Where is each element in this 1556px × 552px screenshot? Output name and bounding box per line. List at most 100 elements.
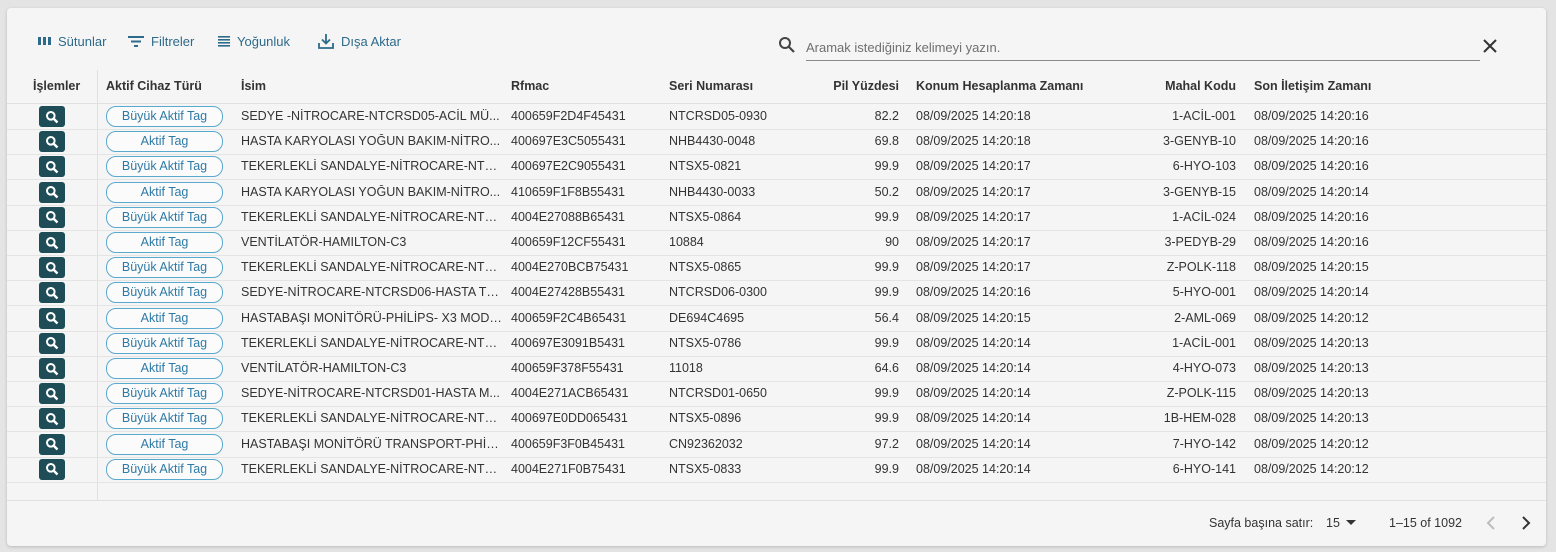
filter-icon: [128, 36, 144, 47]
view-details-button[interactable]: [39, 307, 65, 329]
view-details-button[interactable]: [39, 131, 65, 153]
header-location-time[interactable]: Konum Hesaplanma Zamanı: [916, 79, 1083, 93]
view-details-button[interactable]: [39, 106, 65, 127]
location-time-cell: 08/09/2025 14:20:17: [916, 184, 1031, 199]
serial-cell: NTSX5-0865: [669, 260, 742, 275]
rfmac-cell: 400697E2C9055431: [511, 159, 626, 174]
location-time-cell: 08/09/2025 14:20:17: [916, 159, 1031, 174]
serial-cell: NTCRSD05-0930: [669, 109, 767, 123]
header-area-code[interactable]: Mahal Kodu: [1136, 79, 1236, 93]
filters-button[interactable]: Filtreler: [127, 30, 194, 52]
table-row: Büyük Aktif Tag TEKERLEKLİ SANDALYE-NİTRO…: [7, 457, 1546, 483]
pagination-footer: Sayfa başına satır: 15 1–15 of 1092: [7, 501, 1546, 546]
export-label: Dışa Aktar: [341, 33, 401, 49]
search-icon: [46, 337, 59, 350]
location-time-cell: 08/09/2025 14:20:18: [916, 134, 1031, 149]
search-icon: [46, 261, 59, 275]
header-name[interactable]: İsim: [241, 79, 266, 93]
area-code-cell: 1-ACİL-001: [1172, 109, 1236, 123]
serial-cell: NTSX5-0821: [669, 159, 742, 174]
table-row: Büyük Aktif Tag SEDYE -NİTROCARE-NTCRSD05…: [7, 104, 1546, 130]
data-grid-card: Sütunlar Filtreler Yoğunluk Dışa Aktar A…: [7, 8, 1546, 546]
rfmac-cell: 400697E0DD065431: [511, 411, 628, 426]
rows-per-page-select[interactable]: 15: [1326, 516, 1356, 530]
view-details-button[interactable]: [39, 408, 65, 430]
header-actions[interactable]: İşlemler: [33, 79, 80, 93]
view-details-button[interactable]: [39, 458, 65, 480]
name-cell: TEKERLEKLİ SANDALYE-NİTROCARE-NTSX5: [241, 461, 503, 476]
table-row: Büyük Aktif Tag TEKERLEKLİ SANDALYE-NİTRO…: [7, 331, 1546, 357]
view-details-button[interactable]: [39, 358, 65, 379]
rfmac-cell: 400659F2D4F45431: [511, 109, 626, 123]
device-type-chip: Aktif Tag: [106, 232, 223, 253]
area-code-cell: Z-POLK-118: [1166, 260, 1236, 275]
view-details-button[interactable]: [39, 282, 65, 304]
area-code-cell: 3-GENYB-15: [1163, 184, 1236, 199]
columns-label: Sütunlar: [58, 33, 107, 49]
last-comm-cell: 08/09/2025 14:20:16: [1254, 235, 1369, 249]
header-battery[interactable]: Pil Yüzdesi: [798, 79, 899, 93]
export-button[interactable]: Dışa Aktar: [317, 30, 401, 52]
last-comm-cell: 08/09/2025 14:20:13: [1254, 335, 1369, 350]
view-details-button[interactable]: [39, 181, 65, 203]
header-serial[interactable]: Seri Numarası: [669, 79, 753, 93]
name-cell: TEKERLEKLİ SANDALYE-NİTROCARE-NTSX5: [241, 209, 503, 224]
search-icon: [46, 438, 59, 451]
view-details-button[interactable]: [39, 257, 65, 279]
device-type-chip: Aktif Tag: [106, 433, 223, 455]
serial-cell: 11018: [669, 361, 703, 375]
device-type-chip: Büyük Aktif Tag: [106, 282, 223, 304]
rfmac-cell: 410659F1F8B55431: [511, 184, 625, 199]
location-time-cell: 08/09/2025 14:20:14: [916, 335, 1031, 350]
view-details-button[interactable]: [39, 383, 65, 405]
view-details-button[interactable]: [39, 433, 65, 455]
rfmac-cell: 4004E27428B55431: [511, 285, 626, 300]
last-comm-cell: 08/09/2025 14:20:16: [1254, 109, 1369, 123]
last-comm-cell: 08/09/2025 14:20:14: [1254, 184, 1369, 199]
header-device-type[interactable]: Aktif Cihaz Türü: [106, 79, 202, 93]
rfmac-cell: 4004E270BCB75431: [511, 260, 629, 275]
last-comm-cell: 08/09/2025 14:20:16: [1254, 159, 1369, 174]
chevron-right-icon[interactable]: [1520, 515, 1532, 531]
location-time-cell: 08/09/2025 14:20:17: [916, 209, 1031, 224]
location-time-cell: 08/09/2025 14:20:17: [916, 260, 1031, 275]
view-details-button[interactable]: [39, 332, 65, 354]
close-icon[interactable]: [1483, 39, 1497, 53]
serial-cell: NTSX5-0896: [669, 411, 742, 426]
device-type-chip: Büyük Aktif Tag: [106, 332, 223, 354]
area-code-cell: 3-PEDYB-29: [1164, 235, 1236, 249]
rfmac-cell: 4004E27088B65431: [511, 209, 626, 224]
battery-cell: 50.2: [874, 184, 899, 199]
density-label: Yoğunluk: [237, 33, 291, 49]
view-details-button[interactable]: [39, 206, 65, 228]
battery-cell: 90: [885, 235, 899, 249]
rfmac-cell: 400697E3091B5431: [511, 335, 626, 350]
search-icon: [779, 37, 795, 53]
serial-cell: NTSX5-0864: [669, 209, 742, 224]
table-row: Büyük Aktif Tag TEKERLEKLİ SANDALYE-NİTRO…: [7, 406, 1546, 433]
header-last-comm[interactable]: Son İletişim Zamanı: [1254, 79, 1371, 93]
rfmac-cell: 4004E271F0B75431: [511, 461, 626, 476]
serial-cell: NHB4430-0048: [669, 134, 756, 149]
table-row: Aktif Tag HASTABAŞI MONİTÖRÜ TRANSPORT-PH…: [7, 432, 1546, 458]
density-icon: [218, 36, 230, 47]
search-input[interactable]: [806, 35, 1480, 61]
search-icon: [46, 412, 59, 426]
chevron-left-icon[interactable]: [1485, 515, 1497, 531]
last-comm-cell: 08/09/2025 14:20:12: [1254, 461, 1369, 476]
location-time-cell: 08/09/2025 14:20:14: [916, 361, 1031, 375]
grid-toolbar: Sütunlar Filtreler Yoğunluk Dışa Aktar A…: [7, 8, 1546, 70]
device-type-chip: Büyük Aktif Tag: [106, 408, 223, 430]
device-type-chip: Büyük Aktif Tag: [106, 257, 223, 279]
header-rfmac[interactable]: Rfmac: [511, 79, 549, 93]
battery-cell: 97.2: [874, 436, 899, 451]
last-comm-cell: 08/09/2025 14:20:12: [1254, 436, 1369, 451]
table-row: Aktif Tag VENTİLATÖR-HAMILTON-C3 400659F37…: [7, 356, 1546, 382]
columns-button[interactable]: Sütunlar: [37, 30, 106, 52]
rfmac-cell: 400659F12CF55431: [511, 235, 626, 249]
area-code-cell: 2-AML-069: [1174, 310, 1236, 325]
rfmac-cell: 400659F2C4B65431: [511, 310, 627, 325]
view-details-button[interactable]: [39, 232, 65, 253]
view-details-button[interactable]: [39, 156, 65, 178]
density-button[interactable]: Yoğunluk: [217, 30, 290, 52]
